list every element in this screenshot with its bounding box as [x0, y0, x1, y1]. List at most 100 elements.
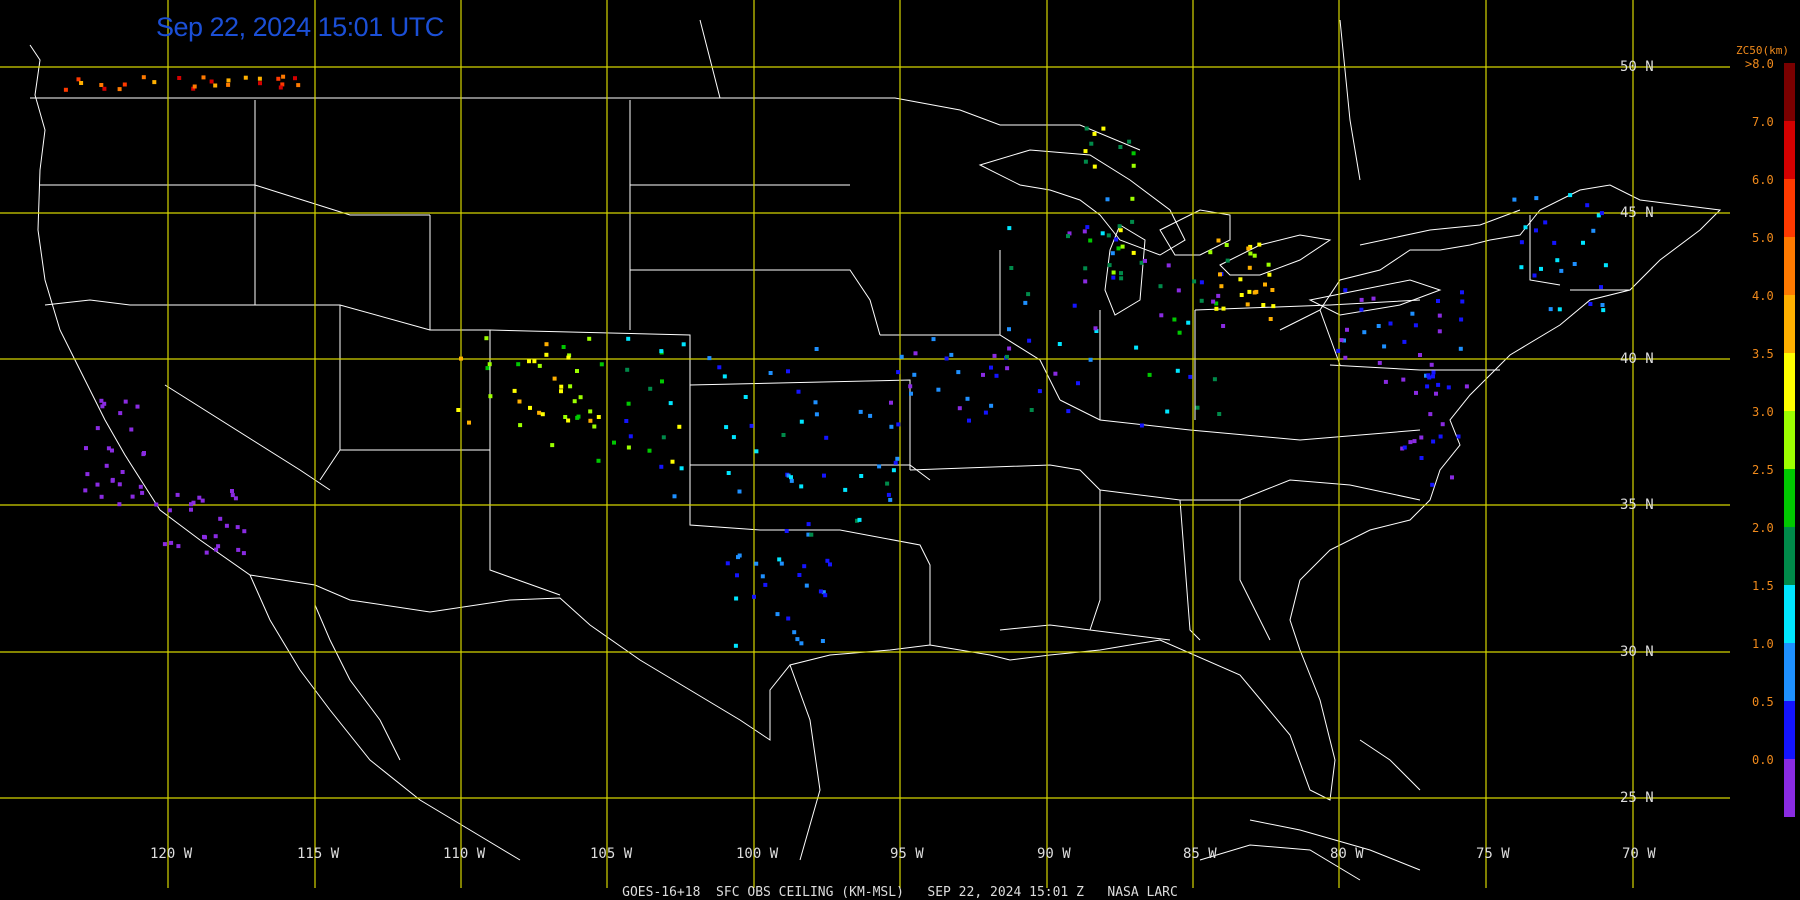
legend-label: 4.0 — [1752, 289, 1774, 303]
station-marker — [1559, 268, 1564, 273]
station-marker — [1248, 251, 1253, 256]
station-marker — [1436, 382, 1441, 387]
station-marker — [485, 366, 490, 371]
station-marker — [1247, 265, 1252, 270]
station-marker — [1414, 390, 1418, 395]
station-marker — [731, 435, 736, 440]
station-marker — [230, 493, 235, 498]
station-marker — [1192, 279, 1197, 284]
station-marker — [1216, 238, 1221, 243]
station-marker — [1216, 293, 1221, 298]
station-marker — [528, 405, 532, 410]
station-marker — [820, 639, 825, 643]
station-marker — [1119, 271, 1123, 276]
station-marker — [981, 372, 985, 377]
legend-label: 5.0 — [1752, 231, 1774, 245]
station-marker — [754, 449, 759, 454]
station-marker — [1186, 320, 1191, 325]
station-marker — [648, 386, 653, 391]
station-marker — [813, 400, 818, 405]
station-marker — [537, 410, 542, 415]
station-marker — [79, 81, 84, 85]
station-marker — [784, 529, 789, 533]
station-marker — [110, 478, 115, 483]
station-marker — [1434, 391, 1438, 396]
station-marker — [779, 561, 784, 566]
station-marker — [99, 398, 104, 403]
station-marker — [909, 391, 913, 396]
station-marker — [885, 481, 890, 486]
lon-label-120w: 120 W — [150, 846, 193, 862]
station-marker — [257, 76, 262, 81]
lat-label-45n: 45 N — [1620, 205, 1654, 221]
station-marker — [1246, 246, 1251, 251]
station-marker — [1266, 262, 1271, 267]
station-marker — [596, 415, 601, 419]
station-marker — [1359, 297, 1364, 302]
station-marker — [814, 347, 819, 351]
station-marker — [142, 451, 146, 455]
station-marker — [130, 494, 135, 499]
station-marker — [1118, 228, 1123, 233]
station-marker — [736, 555, 740, 560]
station-marker — [592, 424, 597, 429]
station-marker — [95, 426, 100, 431]
station-marker — [1143, 258, 1147, 263]
station-marker — [484, 336, 489, 341]
station-marker — [1111, 275, 1116, 280]
station-marker — [1176, 288, 1181, 293]
station-marker — [797, 573, 802, 577]
station-marker — [1127, 139, 1132, 144]
station-marker — [1088, 357, 1093, 362]
station-marker — [1552, 240, 1557, 245]
station-marker — [1092, 131, 1097, 136]
station-marker — [809, 532, 814, 537]
station-marker — [743, 395, 748, 399]
station-marker — [1261, 303, 1266, 307]
station-marker — [106, 446, 111, 451]
station-marker — [1083, 266, 1088, 271]
station-marker — [1117, 224, 1122, 229]
station-marker — [1425, 384, 1430, 389]
station-marker — [154, 502, 159, 507]
station-marker — [799, 484, 804, 489]
station-marker — [992, 353, 997, 358]
station-marker — [670, 459, 675, 464]
station-marker — [141, 75, 146, 80]
station-marker — [1082, 229, 1087, 234]
station-marker — [1464, 384, 1469, 389]
station-marker — [122, 82, 127, 87]
station-marker — [936, 387, 941, 392]
station-marker — [1388, 321, 1393, 326]
station-marker — [726, 471, 731, 475]
station-marker — [681, 342, 686, 347]
station-marker — [1007, 346, 1012, 351]
station-marker — [1268, 317, 1273, 321]
station-marker — [537, 363, 542, 368]
station-marker — [626, 401, 631, 406]
station-marker — [1419, 435, 1424, 440]
station-marker — [659, 349, 664, 354]
station-marker — [717, 365, 722, 370]
legend-swatch — [1784, 295, 1795, 353]
station-marker — [518, 423, 523, 428]
legend-label: 2.5 — [1752, 463, 1774, 477]
lon-label-100w: 100 W — [736, 846, 779, 862]
station-marker — [1270, 288, 1275, 292]
station-marker — [737, 489, 742, 494]
station-marker — [1110, 251, 1115, 256]
station-marker — [1195, 405, 1200, 410]
station-marker — [1072, 303, 1077, 308]
station-marker — [566, 355, 571, 360]
station-marker — [167, 508, 172, 513]
station-marker — [792, 630, 797, 635]
station-marker — [1057, 342, 1062, 346]
station-marker — [795, 637, 800, 642]
station-marker — [169, 540, 174, 545]
map-caption: GOES-16+18 SFC OBS CEILING (KM-MSL) SEP … — [622, 885, 1178, 900]
lon-label-80w: 80 W — [1330, 846, 1364, 862]
station-marker — [786, 369, 790, 374]
station-marker — [572, 399, 577, 404]
station-marker — [596, 458, 601, 463]
station-marker — [1359, 307, 1364, 312]
